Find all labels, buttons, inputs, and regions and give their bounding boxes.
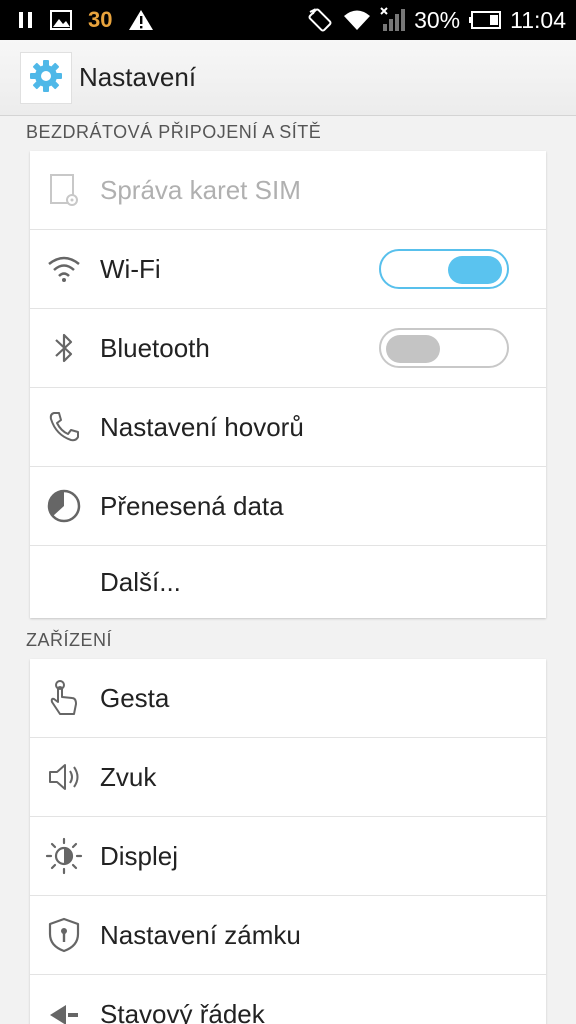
bluetooth-icon — [44, 328, 84, 368]
settings-item-more[interactable]: Další... — [30, 546, 546, 618]
brightness-icon — [44, 836, 84, 876]
settings-item-label: Nastavení zámku — [100, 919, 301, 950]
page-title: Nastavení — [79, 62, 197, 92]
toggle-knob — [448, 256, 502, 284]
speaker-icon — [44, 757, 84, 797]
pause-icon — [18, 11, 34, 29]
wireless-settings-card: Správa karet SIM Wi-Fi Bluetooth Nastave… — [30, 151, 546, 618]
battery-percent: 30% — [414, 6, 461, 33]
toggle-knob — [386, 335, 440, 363]
settings-item-gestures[interactable]: Gesta — [30, 659, 546, 738]
sim-card-icon — [44, 170, 84, 210]
status-bar: 30 30% 11:04 — [0, 0, 576, 40]
settings-item-label: Další... — [100, 566, 181, 597]
settings-item-label: Stavový řádek — [100, 999, 265, 1024]
gesture-hand-icon — [44, 678, 84, 718]
settings-item-sound[interactable]: Zvuk — [30, 738, 546, 817]
clock: 11:04 — [510, 6, 566, 33]
wifi-icon — [44, 249, 84, 289]
settings-item-data-usage[interactable]: Přenesená data — [30, 467, 546, 546]
settings-item-sim[interactable]: Správa karet SIM — [30, 151, 546, 230]
settings-item-status-bar[interactable]: Stavový řádek — [30, 975, 546, 1024]
bluetooth-toggle[interactable] — [379, 328, 509, 368]
phone-icon — [44, 407, 84, 447]
notification-count: 30 — [88, 7, 113, 32]
wifi-toggle[interactable] — [379, 249, 509, 289]
settings-item-call-settings[interactable]: Nastavení hovorů — [30, 388, 546, 467]
settings-item-lock-settings[interactable]: Nastavení zámku — [30, 896, 546, 975]
section-header-wireless: BEZDRÁTOVÁ PŘIPOJENÍ A SÍTĚ — [26, 122, 322, 142]
settings-item-label: Displej — [100, 840, 179, 871]
settings-app-icon[interactable] — [20, 52, 72, 104]
settings-item-bluetooth[interactable]: Bluetooth — [30, 309, 546, 388]
section-header-device: ZAŘÍZENÍ — [26, 630, 113, 650]
data-usage-icon — [44, 486, 84, 526]
settings-item-label: Nastavení hovorů — [100, 411, 304, 442]
image-icon — [50, 10, 72, 30]
settings-item-label: Přenesená data — [100, 490, 284, 521]
action-bar: Nastavení — [0, 40, 576, 116]
lock-shield-icon — [44, 915, 84, 955]
settings-item-label: Gesta — [100, 682, 170, 713]
settings-item-label: Bluetooth — [100, 332, 210, 363]
rotation-lock-icon — [306, 6, 334, 34]
settings-item-label: Wi-Fi — [100, 253, 161, 284]
gear-icon — [29, 59, 63, 97]
settings-item-label: Zvuk — [100, 761, 157, 792]
warning-icon — [128, 9, 154, 31]
cell-signal-icon — [380, 7, 406, 33]
wifi-signal-icon — [342, 8, 372, 32]
device-settings-card: Gesta Zvuk Displej Nastavení zámku Stavo… — [30, 659, 546, 1024]
settings-item-label: Správa karet SIM — [100, 174, 301, 205]
battery-icon — [468, 10, 502, 30]
settings-item-display[interactable]: Displej — [30, 817, 546, 896]
status-bar-icon — [44, 995, 84, 1024]
settings-item-wifi[interactable]: Wi-Fi — [30, 230, 546, 309]
